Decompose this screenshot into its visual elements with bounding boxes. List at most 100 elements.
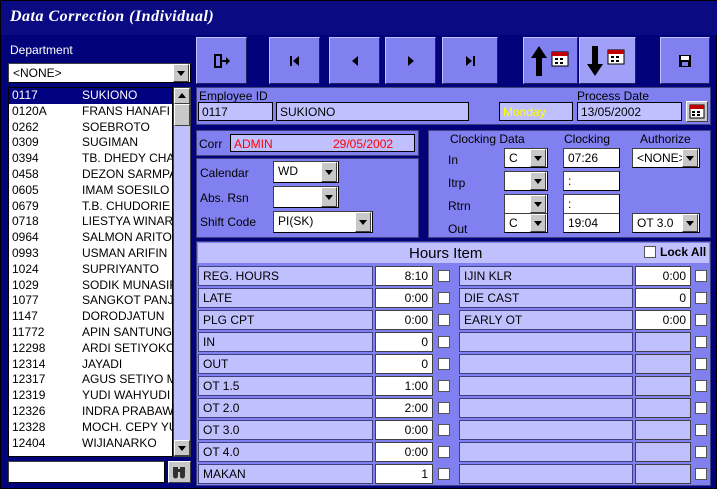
scroll-thumb[interactable] xyxy=(174,104,190,126)
hours-item-value[interactable]: 0:00 xyxy=(375,442,433,462)
employee-list-row[interactable]: 12317 AGUS SETIYO M xyxy=(9,372,172,388)
employee-list-row[interactable]: 12314 JAYADI xyxy=(9,357,172,373)
employee-list-row[interactable]: 1024 SUPRIYANTO xyxy=(9,262,172,278)
search-button[interactable] xyxy=(168,461,191,483)
hours-item-value[interactable]: 2:00 xyxy=(375,398,433,418)
employee-list-row[interactable]: 12404 WIJIANARKO xyxy=(9,436,172,452)
hours-item-value[interactable]: 1 xyxy=(375,464,433,484)
next-icon xyxy=(408,56,414,66)
clock-code-dropdown-button[interactable] xyxy=(530,214,546,232)
employee-list-row[interactable]: 1147 DORODJATUN xyxy=(9,309,172,325)
hours-item-value[interactable] xyxy=(635,354,691,374)
employee-list-row[interactable]: 12319 YUDI WAHYUDI xyxy=(9,388,172,404)
employee-list-row[interactable]: 0458 DEZON SARMPAE xyxy=(9,167,172,183)
employee-list-row[interactable]: 11772 APIN SANTUNG xyxy=(9,325,172,341)
employee-list-row[interactable]: 0993 USMAN ARIFIN xyxy=(9,246,172,262)
employee-list-row[interactable]: 12298 ARDI SETIYOKO xyxy=(9,341,172,357)
hours-item-value[interactable]: 0 xyxy=(375,332,433,352)
hours-item-lock-checkbox[interactable] xyxy=(695,314,707,326)
hours-item-value[interactable] xyxy=(635,398,691,418)
hours-item-lock-checkbox[interactable] xyxy=(695,336,707,348)
authorize-dropdown-button[interactable] xyxy=(682,149,698,167)
calendar-dropdown-button[interactable] xyxy=(321,162,337,182)
hours-item-value[interactable]: 0:00 xyxy=(635,310,691,330)
clock-time-field[interactable]: : xyxy=(563,171,620,191)
hours-item-lock-checkbox[interactable] xyxy=(438,468,450,480)
hours-item-label xyxy=(459,398,633,418)
employee-list-row[interactable]: 1077 SANGKOT PANJA xyxy=(9,293,172,309)
employee-list-row[interactable]: 0120A FRANS HANAFI xyxy=(9,104,172,120)
employee-list-row[interactable]: 0605 IMAM SOESILO xyxy=(9,183,172,199)
exit-button[interactable] xyxy=(196,37,247,84)
employee-list-row[interactable]: 12326 INDRA PRABAWA xyxy=(9,404,172,420)
previous-date-button[interactable] xyxy=(523,37,578,84)
hours-item-lock-checkbox[interactable] xyxy=(438,358,450,370)
hours-item-lock-checkbox[interactable] xyxy=(695,402,707,414)
hours-item-value[interactable]: 0:00 xyxy=(375,310,433,330)
clock-time-field[interactable]: 19:04 xyxy=(563,213,620,233)
clock-time-field[interactable]: 07:26 xyxy=(563,148,620,168)
scroll-down-button[interactable] xyxy=(174,440,190,456)
employee-list-row[interactable]: 0718 LIESTYA WINAR xyxy=(9,214,172,230)
employee-list-row[interactable]: 0262 SOEBROTO xyxy=(9,120,172,136)
employee-list-row[interactable]: 0964 SALMON ARITON xyxy=(9,230,172,246)
hours-item-value[interactable] xyxy=(635,464,691,484)
hours-item-value[interactable]: 8:10 xyxy=(375,266,433,286)
clock-code-dropdown-button[interactable] xyxy=(530,149,546,167)
hours-item-value[interactable]: 1:00 xyxy=(375,376,433,396)
hours-item-lock-checkbox[interactable] xyxy=(438,446,450,458)
shift-code-dropdown-button[interactable] xyxy=(355,212,371,232)
process-date-field[interactable]: 13/05/2002 xyxy=(577,102,682,121)
next-record-button[interactable] xyxy=(385,37,436,84)
department-select[interactable]: <NONE> xyxy=(8,63,191,83)
hours-item-lock-checkbox[interactable] xyxy=(438,270,450,282)
hours-item-value[interactable]: 0 xyxy=(375,354,433,374)
arrow-down-calendar-icon xyxy=(587,46,625,76)
calendar-picker-button[interactable] xyxy=(686,101,708,122)
lock-all-checkbox[interactable] xyxy=(644,246,656,258)
hours-item-lock-checkbox[interactable] xyxy=(438,380,450,392)
hours-item-value[interactable]: 0:00 xyxy=(635,266,691,286)
employee-search-input[interactable] xyxy=(8,461,165,483)
hours-item-lock-checkbox[interactable] xyxy=(695,358,707,370)
next-date-button[interactable] xyxy=(579,37,636,84)
employee-list-scrollbar[interactable] xyxy=(173,87,191,457)
scroll-up-button[interactable] xyxy=(174,88,190,104)
employee-id-label: Employee ID xyxy=(199,89,268,103)
employee-list[interactable]: 0117 SUKIONO 0120A FRANS HANAFI 0262 SOEBROTO… xyxy=(8,87,173,457)
hours-item-lock-checkbox[interactable] xyxy=(695,446,707,458)
hours-item-value[interactable]: 0 xyxy=(635,288,691,308)
hours-item-value[interactable] xyxy=(635,376,691,396)
authorize-dropdown-button[interactable] xyxy=(682,214,698,232)
hours-item-lock-checkbox[interactable] xyxy=(695,292,707,304)
abs-reason-dropdown-button[interactable] xyxy=(321,187,337,207)
hours-item-value[interactable]: 0:00 xyxy=(375,420,433,440)
hours-item-value[interactable] xyxy=(635,332,691,352)
hours-item-lock-checkbox[interactable] xyxy=(438,402,450,414)
hours-item-lock-checkbox[interactable] xyxy=(695,424,707,436)
hours-item-lock-checkbox[interactable] xyxy=(695,380,707,392)
employee-list-row[interactable]: 1029 SODIK MUNASIR xyxy=(9,278,172,294)
hours-item-lock-checkbox[interactable] xyxy=(438,336,450,348)
employee-list-row[interactable]: 0309 SUGIMAN xyxy=(9,135,172,151)
department-dropdown-button[interactable] xyxy=(173,64,189,82)
employee-list-row[interactable]: 12328 MOCH. CEPY YU xyxy=(9,420,172,436)
save-button[interactable] xyxy=(660,37,710,84)
hours-item-value[interactable]: 0:00 xyxy=(375,288,433,308)
employee-list-row[interactable]: 0679 T.B. CHUDORIE F xyxy=(9,199,172,215)
last-record-button[interactable] xyxy=(442,37,498,84)
employee-list-row[interactable]: 0117 SUKIONO xyxy=(9,88,172,104)
hours-item-lock-checkbox[interactable] xyxy=(438,292,450,304)
clock-code-dropdown-button[interactable] xyxy=(530,195,546,213)
clock-code-dropdown-button[interactable] xyxy=(530,172,546,190)
hours-item-lock-checkbox[interactable] xyxy=(438,314,450,326)
first-record-button[interactable] xyxy=(269,37,320,84)
hours-item-value[interactable] xyxy=(635,420,691,440)
hours-item-lock-checkbox[interactable] xyxy=(695,270,707,282)
employee-list-row[interactable]: 0394 TB. DHEDY CHAN xyxy=(9,151,172,167)
previous-record-button[interactable] xyxy=(329,37,380,84)
clock-time-field[interactable]: : xyxy=(563,194,620,214)
hours-item-lock-checkbox[interactable] xyxy=(695,468,707,480)
hours-item-value[interactable] xyxy=(635,442,691,462)
hours-item-lock-checkbox[interactable] xyxy=(438,424,450,436)
